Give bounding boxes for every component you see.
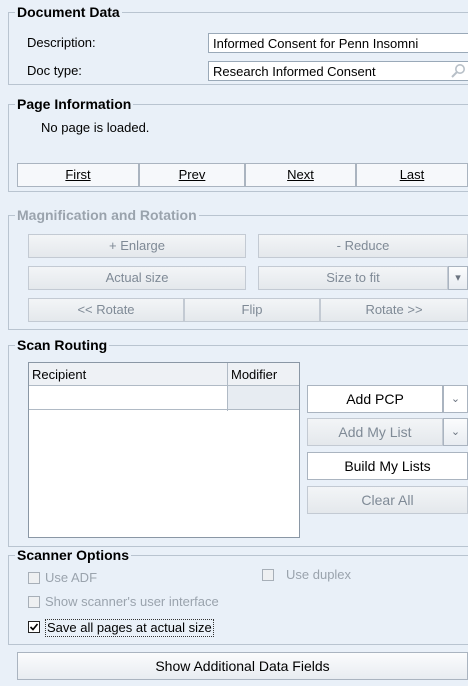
modifier-column-header[interactable]: Modifier xyxy=(231,367,277,382)
show-additional-data-fields-label: Show Additional Data Fields xyxy=(155,658,330,674)
last-page-button[interactable]: Last xyxy=(356,163,468,187)
prev-page-label: Prev xyxy=(178,167,206,182)
magnification-title: Magnification and Rotation xyxy=(15,207,199,223)
use-duplex-label: Use duplex xyxy=(286,567,352,582)
chevron-down-icon: ▾ xyxy=(455,272,461,284)
scanner-options-title: Scanner Options xyxy=(15,547,132,563)
add-my-list-dropdown[interactable]: ⌄ xyxy=(443,418,468,446)
document-data-title: Document Data xyxy=(15,4,122,20)
recipient-table[interactable]: Recipient Modifier xyxy=(28,362,300,538)
chevron-down-icon: ⌄ xyxy=(450,393,461,405)
clear-all-button[interactable]: Clear All xyxy=(307,486,468,514)
reduce-button[interactable]: - Reduce xyxy=(258,234,468,258)
doctype-value: Research Informed Consent xyxy=(213,64,376,79)
table-row[interactable] xyxy=(29,386,227,410)
size-to-fit-button[interactable]: Size to fit xyxy=(258,266,448,290)
rotate-right-button[interactable]: Rotate >> xyxy=(320,298,468,322)
use-duplex-checkbox[interactable] xyxy=(262,569,274,581)
next-page-button[interactable]: Next xyxy=(245,163,356,187)
doctype-field[interactable]: Research Informed Consent xyxy=(208,61,468,81)
size-to-fit-dropdown[interactable]: ▾ xyxy=(448,266,468,290)
recipient-column-header[interactable]: Recipient xyxy=(32,367,86,382)
magnifier-icon[interactable] xyxy=(450,63,466,79)
chevron-down-icon: ⌄ xyxy=(450,426,461,438)
show-ui-checkbox[interactable] xyxy=(28,596,40,608)
doctype-label: Doc type: xyxy=(27,63,82,78)
rotate-left-button[interactable]: << Rotate xyxy=(28,298,184,322)
show-additional-data-fields-button[interactable]: Show Additional Data Fields xyxy=(17,652,468,680)
add-pcp-dropdown[interactable]: ⌄ xyxy=(443,385,468,413)
table-row-modifier-cell[interactable] xyxy=(228,386,299,410)
last-page-label: Last xyxy=(399,167,425,182)
description-value: Informed Consent for Penn Insomni xyxy=(213,36,419,51)
flip-button[interactable]: Flip xyxy=(184,298,320,322)
page-information-title: Page Information xyxy=(15,96,134,112)
add-my-list-button[interactable]: Add My List xyxy=(307,418,443,446)
description-field[interactable]: Informed Consent for Penn Insomni xyxy=(208,33,468,53)
page-status-text: No page is loaded. xyxy=(41,120,150,135)
use-adf-checkbox[interactable] xyxy=(28,572,40,584)
build-my-lists-button[interactable]: Build My Lists xyxy=(307,452,468,480)
scan-routing-title: Scan Routing xyxy=(15,337,110,353)
first-page-button[interactable]: First xyxy=(17,163,139,187)
show-ui-label: Show scanner's user interface xyxy=(45,594,219,609)
prev-page-button[interactable]: Prev xyxy=(139,163,245,187)
save-actual-label: Save all pages at actual size xyxy=(45,619,214,637)
save-actual-checkbox[interactable] xyxy=(28,621,40,633)
use-adf-label: Use ADF xyxy=(45,570,98,585)
add-pcp-button[interactable]: Add PCP xyxy=(307,385,443,413)
actual-size-button[interactable]: Actual size xyxy=(28,266,246,290)
enlarge-button[interactable]: + Enlarge xyxy=(28,234,246,258)
first-page-label: First xyxy=(65,167,91,182)
checkmark-icon xyxy=(29,623,39,631)
next-page-label: Next xyxy=(287,167,314,182)
description-label: Description: xyxy=(27,35,96,50)
